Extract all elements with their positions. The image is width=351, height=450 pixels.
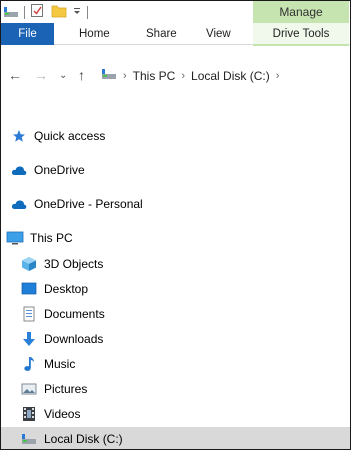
breadcrumb-chevron-icon[interactable]: › [276, 70, 280, 82]
star-icon [10, 127, 28, 145]
recent-locations-chevron-icon[interactable]: ⌄ [59, 70, 67, 81]
nav-item-label: Pictures [44, 382, 88, 396]
nav-item-label: OneDrive - Personal [34, 197, 143, 211]
breadcrumb-this-pc[interactable]: This PC [133, 69, 176, 83]
nav-item-this-pc[interactable]: This PC [1, 226, 350, 250]
music-note-icon [20, 355, 38, 373]
tab-share[interactable]: Share [146, 23, 177, 45]
cube-icon [20, 255, 38, 273]
nav-item-documents[interactable]: Documents [1, 302, 350, 326]
properties-icon[interactable] [30, 3, 45, 21]
pictures-icon [20, 380, 38, 398]
drive-app-icon [3, 4, 19, 21]
nav-item-videos[interactable]: Videos [1, 402, 350, 426]
new-folder-icon[interactable] [51, 3, 67, 21]
breadcrumb-chevron-icon[interactable]: › [181, 70, 185, 82]
customize-toolbar-icon[interactable] [72, 5, 82, 20]
manage-contextual-tab[interactable]: Manage [253, 1, 349, 23]
forward-arrow-icon[interactable]: → [34, 67, 48, 83]
drive-icon [101, 68, 117, 83]
tab-home[interactable]: Home [79, 23, 110, 45]
title-bar: Manage [1, 1, 350, 23]
breadcrumb: › This PC › Local Disk (C:) › [101, 68, 285, 83]
nav-item-downloads[interactable]: Downloads [1, 327, 350, 351]
film-icon [20, 405, 38, 423]
nav-item-label: Videos [44, 407, 81, 421]
download-arrow-icon [20, 330, 38, 348]
monitor-icon [6, 229, 24, 247]
tab-file[interactable]: File [1, 23, 54, 45]
tab-view[interactable]: View [206, 23, 231, 45]
file-explorer-window: Manage File Home Share View Drive Tools … [0, 0, 351, 450]
up-arrow-icon[interactable]: ↑ [78, 67, 85, 83]
nav-item-quick-access[interactable]: Quick access [1, 124, 350, 148]
address-bar: ← → ⌄ ↑ › This PC › Local Disk (C:) › [1, 63, 350, 91]
back-arrow-icon[interactable]: ← [8, 67, 22, 83]
toolbar-separator [87, 5, 88, 19]
tab-drive-tools[interactable]: Drive Tools [253, 23, 349, 46]
nav-item-onedrive[interactable]: OneDrive [1, 158, 350, 182]
nav-item-music[interactable]: Music [1, 352, 350, 376]
nav-item-label: Local Disk (C:) [44, 432, 123, 446]
nav-item-label: Documents [44, 307, 105, 321]
drive-icon [20, 430, 38, 448]
desktop-icon [20, 280, 38, 298]
nav-item-label: 3D Objects [44, 257, 104, 271]
nav-item-desktop[interactable]: Desktop [1, 277, 350, 301]
nav-item-local-disk[interactable]: Local Disk (C:) [1, 427, 350, 449]
nav-item-label: Music [44, 357, 76, 371]
nav-item-pictures[interactable]: Pictures [1, 377, 350, 401]
nav-item-3d-objects[interactable]: 3D Objects [1, 252, 350, 276]
quick-access-toolbar [3, 3, 93, 21]
toolbar-separator [24, 5, 25, 19]
nav-item-label: OneDrive [34, 163, 85, 177]
document-icon [20, 305, 38, 323]
ribbon-tabs: File Home Share View Drive Tools [1, 23, 350, 46]
nav-item-onedrive-personal[interactable]: OneDrive - Personal [1, 192, 350, 216]
nav-item-label: Downloads [44, 332, 104, 346]
nav-item-label: Quick access [34, 129, 106, 143]
breadcrumb-chevron-icon[interactable]: › [123, 70, 127, 82]
cloud-icon [10, 161, 28, 179]
nav-item-label: This PC [30, 231, 73, 245]
nav-item-label: Desktop [44, 282, 89, 296]
breadcrumb-local-disk[interactable]: Local Disk (C:) [191, 69, 270, 83]
cloud-icon [10, 195, 28, 213]
